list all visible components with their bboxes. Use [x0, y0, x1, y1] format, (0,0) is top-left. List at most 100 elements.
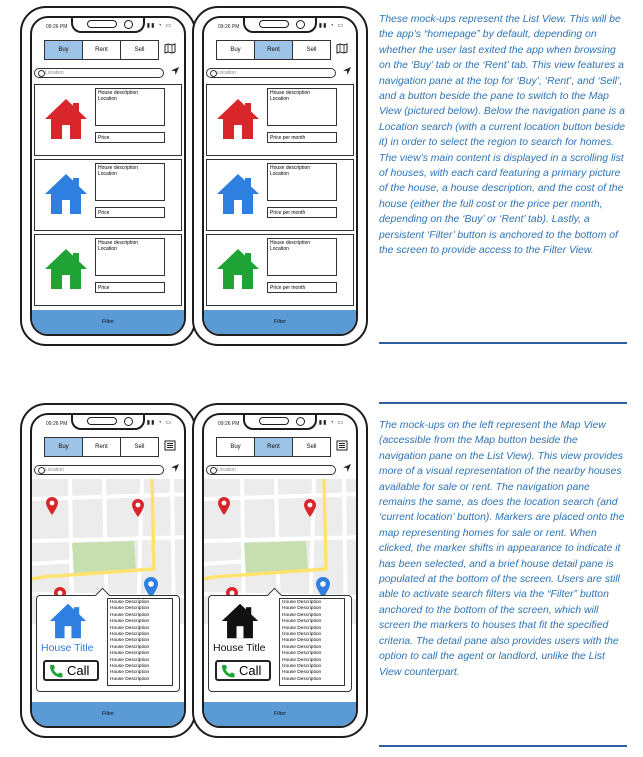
phone-screen: 09:26 PM ▮▮ ◔ ▭ Buy Rent Sell Location H…	[30, 16, 186, 336]
phone-screen: 09:26 PM ▮▮ ◔ ▭ Buy Rent Sell Location H…	[30, 413, 186, 728]
location-search-input[interactable]: Location	[34, 465, 164, 475]
filter-button[interactable]: Filter	[32, 310, 184, 334]
search-icon	[210, 467, 217, 474]
tab-buy[interactable]: Buy	[217, 41, 255, 59]
house-icon	[43, 97, 89, 141]
map-marker-icon[interactable]	[304, 499, 316, 517]
current-location-icon[interactable]	[342, 66, 352, 76]
status-icons: ▮▮ ◔ ▭	[318, 23, 344, 29]
house-description: House description Location	[267, 238, 337, 276]
call-button[interactable]: Call	[215, 660, 271, 681]
house-description: House description Location	[267, 163, 337, 201]
nav-pane: Buy Rent Sell	[216, 40, 331, 60]
house-card[interactable]: House description Location Price	[34, 234, 182, 306]
status-time: 09:26 PM	[46, 24, 68, 30]
tab-sell[interactable]: Sell	[293, 438, 330, 456]
tab-buy[interactable]: Buy	[217, 438, 255, 456]
house-detail-pane: House Title Call House Description House …	[208, 587, 352, 692]
tab-rent[interactable]: Rent	[83, 41, 121, 59]
status-icons: ▮▮ ◔ ▭	[146, 23, 172, 29]
tab-rent[interactable]: Rent	[255, 438, 293, 456]
house-icon	[215, 172, 261, 216]
phone-notch	[243, 415, 317, 430]
call-label: Call	[239, 663, 262, 678]
tab-sell[interactable]: Sell	[121, 41, 158, 59]
map-marker-icon[interactable]	[218, 497, 230, 515]
search-placeholder: Location	[45, 70, 64, 76]
map-view-icon[interactable]	[164, 43, 176, 54]
house-icon	[217, 602, 263, 640]
tab-sell[interactable]: Sell	[121, 438, 158, 456]
call-button[interactable]: Call	[43, 660, 99, 681]
tab-rent[interactable]: Rent	[83, 438, 121, 456]
phone-list-rent: 09:26 PM ▮▮ ◔ ▭ Buy Rent Sell Location H…	[192, 6, 368, 346]
divider	[379, 745, 627, 747]
map-view-description: The mock-ups on the left represent the M…	[379, 420, 625, 678]
map-marker-icon[interactable]	[132, 499, 144, 517]
status-time: 09:26 PM	[46, 421, 68, 427]
phone-map-buy: 09:26 PM ▮▮ ◔ ▭ Buy Rent Sell Location H…	[20, 403, 196, 738]
tab-buy[interactable]: Buy	[45, 438, 83, 456]
house-list: House description Location Price House de…	[34, 84, 182, 309]
price-field: Price	[95, 282, 165, 293]
house-list: House description Location Price per mont…	[206, 84, 354, 309]
phone-icon	[220, 664, 236, 678]
house-title: House Title	[41, 642, 94, 654]
search-icon	[38, 70, 45, 77]
search-placeholder: Location	[217, 467, 236, 473]
price-field: Price	[95, 207, 165, 218]
filter-button[interactable]: Filter	[32, 702, 184, 726]
phone-icon	[48, 664, 64, 678]
search-icon	[38, 467, 45, 474]
house-card[interactable]: House description Location Price	[34, 159, 182, 231]
filter-button[interactable]: Filter	[204, 702, 356, 726]
divider	[379, 342, 627, 344]
phone-screen: 09:26 PM ▮▮ ◔ ▭ Buy Rent Sell Location H…	[202, 16, 358, 336]
phone-screen: 09:26 PM ▮▮ ◔ ▭ Buy Rent Sell Location H…	[202, 413, 358, 728]
map-marker-icon[interactable]	[46, 497, 58, 515]
status-icons: ▮▮ ◔ ▭	[318, 420, 344, 426]
nav-pane: Buy Rent Sell	[216, 437, 331, 457]
tab-buy[interactable]: Buy	[45, 41, 83, 59]
house-description-list: House Description House Description House …	[107, 598, 173, 686]
status-time: 09:26 PM	[218, 24, 240, 30]
map-view-icon[interactable]	[336, 43, 348, 54]
house-description: House description Location	[95, 88, 165, 126]
list-view-icon[interactable]	[164, 440, 176, 451]
nav-pane: Buy Rent Sell	[44, 40, 159, 60]
house-description: House description Location	[267, 88, 337, 126]
tab-rent[interactable]: Rent	[255, 41, 293, 59]
search-placeholder: Location	[45, 467, 64, 473]
house-icon	[43, 247, 89, 291]
location-search-input[interactable]: Location	[206, 465, 336, 475]
price-field: Price per month	[267, 207, 337, 218]
location-search-input[interactable]: Location	[206, 68, 336, 78]
house-card[interactable]: House description Location Price	[34, 84, 182, 156]
location-search-input[interactable]: Location	[34, 68, 164, 78]
house-detail-pane: House Title Call House Description House …	[36, 587, 180, 692]
current-location-icon[interactable]	[170, 463, 180, 473]
phone-notch	[71, 415, 145, 430]
price-field: Price per month	[267, 132, 337, 143]
house-description: House description Location	[95, 238, 165, 276]
status-icons: ▮▮ ◔ ▭	[146, 420, 172, 426]
search-placeholder: Location	[217, 70, 236, 76]
house-icon	[215, 97, 261, 141]
list-view-icon[interactable]	[336, 440, 348, 451]
current-location-icon[interactable]	[170, 66, 180, 76]
tab-sell[interactable]: Sell	[293, 41, 330, 59]
house-card[interactable]: House description Location Price per mont…	[206, 159, 354, 231]
call-label: Call	[67, 663, 90, 678]
house-title: House Title	[213, 642, 266, 654]
price-field: Price	[95, 132, 165, 143]
phone-notch	[71, 18, 145, 33]
status-time: 09:26 PM	[218, 421, 240, 427]
list-view-description: These mock-ups represent the List View. …	[379, 14, 626, 257]
house-icon	[215, 247, 261, 291]
nav-pane: Buy Rent Sell	[44, 437, 159, 457]
current-location-icon[interactable]	[342, 463, 352, 473]
house-card[interactable]: House description Location Price per mont…	[206, 84, 354, 156]
house-card[interactable]: House description Location Price per mont…	[206, 234, 354, 306]
phone-map-rent: 09:26 PM ▮▮ ◔ ▭ Buy Rent Sell Location H…	[192, 403, 368, 738]
filter-button[interactable]: Filter	[204, 310, 356, 334]
